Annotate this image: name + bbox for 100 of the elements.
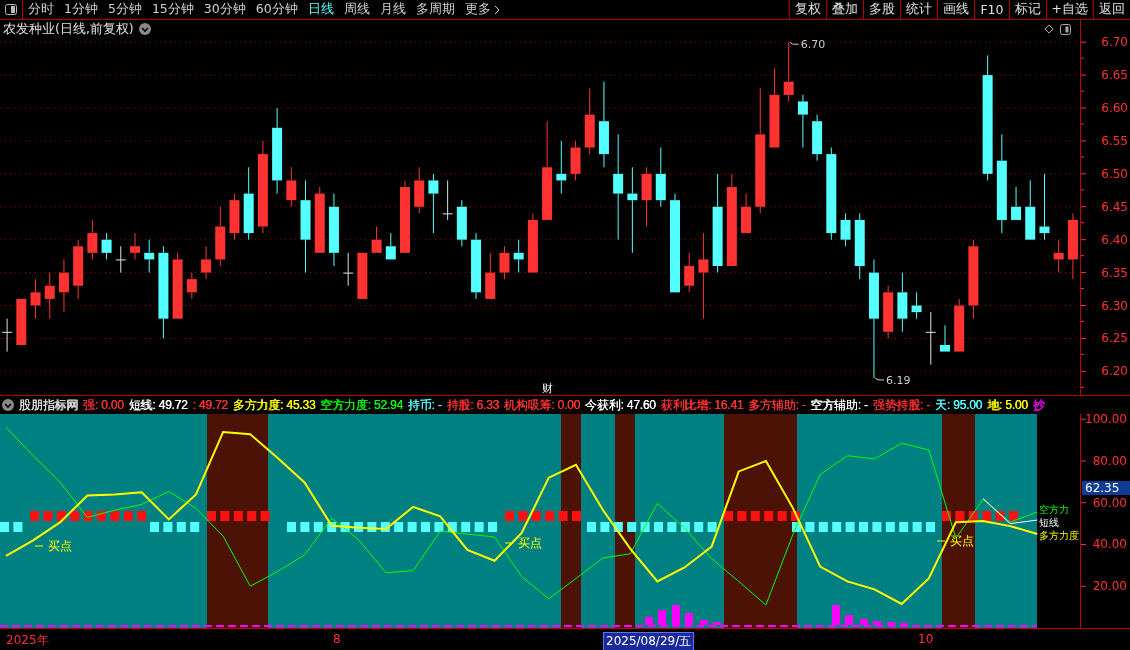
series-label: 空方力 — [1039, 503, 1069, 515]
candlestick — [911, 292, 922, 320]
chevron-right-icon — [493, 4, 500, 15]
price-axis-label: 6.35 — [1101, 265, 1128, 280]
indicator-name: 股朋指标网 — [19, 396, 78, 414]
finance-marker[interactable]: 财 — [542, 382, 553, 396]
price-axis-label: 6.20 — [1101, 364, 1128, 379]
period-tab[interactable]: 更多 — [459, 0, 505, 20]
candlestick — [655, 147, 666, 208]
stock-title: 农发种业(日线,前复权) — [3, 20, 134, 38]
candlestick — [598, 81, 609, 169]
chevron-down-icon[interactable] — [138, 23, 151, 36]
indicator-value: 获利比增: 16.41 — [660, 396, 744, 414]
indicator-value: 机构吸筹: 0.00 — [503, 396, 580, 414]
price-axis-label: 6.60 — [1101, 101, 1128, 116]
candlestick — [613, 134, 624, 241]
indicator-value: 空方辅助: - — [810, 396, 868, 414]
candlestick — [1067, 213, 1078, 280]
candlestick — [556, 140, 567, 195]
candlestick — [513, 239, 524, 274]
candlestick — [257, 140, 268, 234]
candlestick — [1039, 173, 1050, 241]
toolbar-button[interactable]: 叠加 — [826, 0, 864, 20]
panel-toggle-icon[interactable] — [1060, 23, 1071, 35]
candlestick — [30, 279, 41, 320]
candlestick — [328, 193, 339, 267]
candlestick — [201, 246, 212, 280]
price-axis-label: 6.65 — [1101, 68, 1128, 83]
indicator-value: 持股: 6.33 — [446, 396, 499, 414]
leader-line — [936, 540, 946, 542]
toolbar-button[interactable]: 返回 — [1093, 0, 1130, 20]
indicator-axis-label: 40.00 — [1092, 537, 1127, 552]
candlestick — [158, 246, 169, 340]
period-tab[interactable]: 多周期 — [410, 0, 460, 20]
indicator-value: 强: 0.00 — [83, 396, 124, 414]
indicator-value: 持币: - — [407, 396, 442, 414]
candlestick — [925, 311, 936, 366]
price-axis-label: 6.40 — [1101, 233, 1128, 247]
indicator-value: 短线: 49.72 — [128, 396, 188, 414]
candlestick — [215, 206, 226, 267]
candlestick — [286, 167, 297, 208]
candlestick — [58, 259, 69, 313]
toolbar-button[interactable]: 画线 — [937, 0, 975, 20]
toolbar-button[interactable]: 统计 — [900, 0, 938, 20]
candlestick — [343, 252, 354, 287]
leader-line — [34, 545, 44, 547]
toolbar-button[interactable]: 复权 — [789, 0, 827, 20]
period-tab[interactable]: 15分钟 — [146, 0, 199, 20]
candlestick — [698, 232, 709, 320]
toolbar-button[interactable]: +自选 — [1045, 0, 1093, 20]
candlestick — [272, 107, 283, 195]
indicator-axis-label: 80.00 — [1092, 453, 1127, 468]
date-axis-label: 10 — [917, 631, 935, 646]
date-axis-label: 8 — [332, 631, 342, 646]
candlestick — [897, 272, 908, 333]
date-axis-label: 2025/08/29/五 — [603, 631, 695, 650]
indicator-value: : 49.72 — [192, 398, 228, 413]
leader-line — [504, 542, 514, 544]
candlestick — [854, 213, 865, 280]
current-value-tag: 62.35 — [1082, 480, 1130, 495]
series-label: 短线 — [1039, 516, 1059, 528]
period-tab[interactable]: 5分钟 — [102, 0, 147, 20]
date-axis-label: 2025年 — [5, 631, 50, 649]
period-tab[interactable]: 1分钟 — [59, 0, 103, 20]
toolbar-button[interactable]: F10 — [974, 0, 1009, 20]
period-tab[interactable]: 60分钟 — [250, 0, 303, 20]
toolbar-button[interactable]: 多股 — [863, 0, 901, 20]
candlestick — [712, 173, 723, 274]
candlestick — [115, 246, 126, 274]
period-tab[interactable]: 月线 — [374, 0, 411, 20]
candlestick — [868, 259, 879, 379]
indicator-value: 抄 — [1032, 396, 1045, 414]
toolbar-button[interactable]: 标记 — [1008, 0, 1046, 20]
leader-line — [874, 377, 885, 381]
price-axis-label: 6.70 — [1101, 35, 1128, 50]
candlestick — [44, 272, 55, 320]
period-tab[interactable]: 分时 — [23, 0, 59, 20]
period-tab[interactable]: 周线 — [338, 0, 375, 20]
indicator-axis-label: 100.00 — [1085, 411, 1127, 426]
candlestick — [1053, 239, 1064, 274]
indicator-value: 强势持股: - — [872, 396, 930, 414]
candlestick — [996, 134, 1007, 234]
price-axis-label: 6.45 — [1101, 200, 1128, 215]
panel-toggle-icon[interactable] — [5, 4, 17, 16]
candlestick — [300, 180, 311, 274]
price-axis-label: 6.30 — [1101, 298, 1128, 313]
chevron-down-icon[interactable] — [2, 399, 14, 412]
candlestick — [471, 232, 482, 300]
indicator-value: 多方辅助: - — [748, 396, 806, 414]
leader-line — [789, 42, 800, 46]
diamond-icon[interactable] — [1044, 24, 1054, 35]
candlestick — [144, 239, 155, 274]
buy-point-label: 买点 — [48, 538, 72, 553]
period-tab[interactable]: 30分钟 — [198, 0, 251, 20]
indicator-value: 今获利: 47.60 — [585, 396, 656, 414]
candlestick — [797, 94, 808, 149]
indicator-axis-label: 60.00 — [1092, 495, 1127, 510]
indicator-value: 地: 5.00 — [987, 396, 1028, 414]
indicator-value: 多方力度: 45.33 — [232, 396, 316, 414]
period-tab[interactable]: 日线 — [302, 0, 339, 20]
